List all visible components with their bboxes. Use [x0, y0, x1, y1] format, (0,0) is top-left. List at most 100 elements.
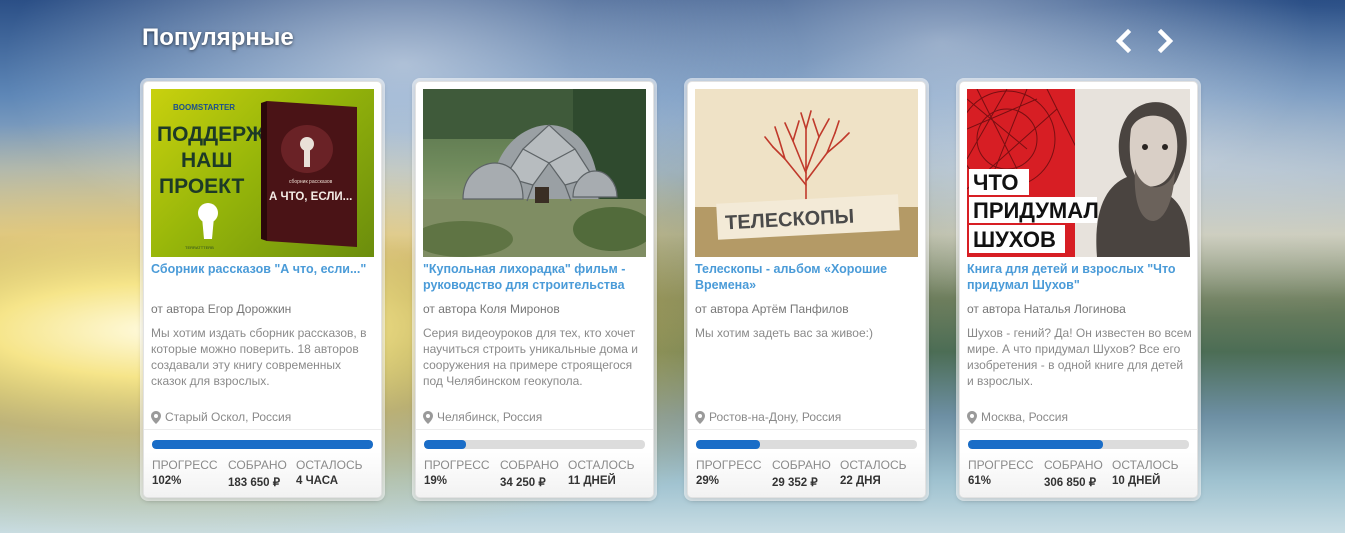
- stat-value: 102%: [152, 475, 182, 487]
- image-text-line: ЧТО: [973, 170, 1018, 195]
- stat-label: СОБРАНО: [1044, 458, 1103, 472]
- section-title: Популярные: [142, 24, 294, 51]
- location-pin-icon: [151, 410, 161, 424]
- project-title-link[interactable]: Сборник рассказов "А что, если...": [151, 261, 376, 277]
- progress-fill: [696, 440, 761, 449]
- location-text: Москва, Россия: [981, 410, 1068, 424]
- stat-value: 29 352 ₽: [772, 477, 818, 489]
- project-location: Старый Оскол, Россия: [151, 410, 291, 424]
- stat-label: ОСТАЛОСЬ: [840, 458, 907, 472]
- divider: [960, 429, 1197, 430]
- stat-remaining: ОСТАЛОСЬ 11 ДНЕЙ: [568, 458, 635, 487]
- location-text: Челябинск, Россия: [437, 410, 543, 424]
- project-card[interactable]: ТЕЛЕСКОПЫ Телескопы - альбом «Хорошие Вр…: [687, 81, 926, 498]
- progress-bar: [696, 440, 917, 449]
- stat-progress: ПРОГРЕСС 102%: [152, 458, 218, 487]
- progress-bar: [424, 440, 645, 449]
- stat-label: СОБРАНО: [500, 458, 559, 472]
- stat-label: ПРОГРЕСС: [696, 458, 762, 472]
- stat-label: ОСТАЛОСЬ: [568, 458, 635, 472]
- stats-area: ПРОГРЕСС 61% СОБРАНО 306 850 ₽ ОСТАЛОСЬ …: [960, 452, 1197, 497]
- progress-fill: [968, 440, 1103, 449]
- brand-logo: BOOMSTARTER: [173, 103, 235, 112]
- project-description: Мы хотим задеть вас за живое:): [695, 326, 873, 340]
- progress-bar: [968, 440, 1189, 449]
- project-location: Москва, Россия: [967, 410, 1068, 424]
- stat-collected: СОБРАНО 183 650 ₽: [228, 458, 287, 489]
- chevron-left-icon: [1115, 28, 1132, 54]
- project-location: Ростов-на-Дону, Россия: [695, 410, 841, 424]
- project-title-link[interactable]: "Купольная лихорадка" фильм - руководств…: [423, 261, 648, 293]
- location-pin-icon: [695, 410, 705, 424]
- book-subtitle: сборник рассказов: [289, 179, 333, 185]
- project-description: Шухов - гений? Да! Он известен во всем м…: [967, 326, 1192, 388]
- stat-label: ОСТАЛОСЬ: [296, 458, 363, 472]
- divider: [144, 429, 381, 430]
- project-image[interactable]: BOOMSTARTER ПОДДЕРЖИ НАШ ПРОЕКТ TERRATTT…: [151, 89, 374, 257]
- project-author: от автора Артём Панфилов: [695, 302, 849, 316]
- project-image[interactable]: [423, 89, 646, 257]
- chevron-right-icon: [1157, 28, 1174, 54]
- project-author: от автора Егор Дорожкин: [151, 302, 292, 316]
- project-card[interactable]: ЧТО ПРИДУМАЛ ШУХОВ Книга для детей и взр…: [959, 81, 1198, 498]
- stat-value: 61%: [968, 475, 992, 487]
- stat-label: ПРОГРЕСС: [152, 458, 218, 472]
- stat-collected: СОБРАНО 34 250 ₽: [500, 458, 559, 489]
- stat-value: 306 850 ₽: [1044, 477, 1097, 489]
- book-cover: сборник рассказов А ЧТО, ЕСЛИ...: [261, 101, 357, 247]
- stat-progress: ПРОГРЕСС 61%: [968, 458, 1034, 487]
- project-location: Челябинск, Россия: [423, 410, 542, 424]
- progress-fill: [424, 440, 466, 449]
- stat-value: 22 ДНЯ: [840, 475, 881, 487]
- location-pin-icon: [967, 410, 977, 424]
- project-description: Серия видеоуроков для тех, кто хочет нау…: [423, 326, 638, 388]
- stat-collected: СОБРАНО 29 352 ₽: [772, 458, 831, 489]
- stat-value: 183 650 ₽: [228, 477, 281, 489]
- stat-value: 4 ЧАСА: [296, 475, 339, 487]
- stat-label: ОСТАЛОСЬ: [1112, 458, 1179, 472]
- progress-fill: [152, 440, 373, 449]
- project-author: от автора Наталья Логинова: [967, 302, 1126, 316]
- project-image[interactable]: ТЕЛЕСКОПЫ: [695, 89, 918, 257]
- stat-label: ПРОГРЕСС: [968, 458, 1034, 472]
- progress-bar: [152, 440, 373, 449]
- stat-value: 10 ДНЕЙ: [1112, 475, 1161, 487]
- stat-label: ПРОГРЕСС: [424, 458, 490, 472]
- stat-remaining: ОСТАЛОСЬ 4 ЧАСА: [296, 458, 363, 487]
- stat-value: 34 250 ₽: [500, 477, 546, 489]
- stat-value: 19%: [424, 475, 448, 487]
- book-title: А ЧТО, ЕСЛИ...: [269, 191, 352, 203]
- image-text-line: ШУХОВ: [973, 227, 1056, 252]
- project-title-link[interactable]: Телескопы - альбом «Хорошие Времена»: [695, 261, 920, 293]
- stats-area: ПРОГРЕСС 102% СОБРАНО 183 650 ₽ ОСТАЛОСЬ…: [144, 452, 381, 497]
- stat-remaining: ОСТАЛОСЬ 10 ДНЕЙ: [1112, 458, 1179, 487]
- stat-value: 29%: [696, 475, 720, 487]
- stats-area: ПРОГРЕСС 19% СОБРАНО 34 250 ₽ ОСТАЛОСЬ 1…: [416, 452, 653, 497]
- project-author: от автора Коля Миронов: [423, 302, 560, 316]
- location-text: Старый Оскол, Россия: [165, 410, 292, 424]
- stat-value: 11 ДНЕЙ: [568, 475, 616, 487]
- divider: [416, 429, 653, 430]
- stat-label: СОБРАНО: [772, 458, 831, 472]
- stats-area: ПРОГРЕСС 29% СОБРАНО 29 352 ₽ ОСТАЛОСЬ 2…: [688, 452, 925, 497]
- location-text: Ростов-на-Дону, Россия: [709, 410, 842, 424]
- stat-progress: ПРОГРЕСС 29%: [696, 458, 762, 487]
- project-card[interactable]: BOOMSTARTER ПОДДЕРЖИ НАШ ПРОЕКТ TERRATTT…: [143, 81, 382, 498]
- location-pin-icon: [423, 410, 433, 424]
- keyhole-icon: [198, 203, 218, 239]
- project-card[interactable]: "Купольная лихорадка" фильм - руководств…: [415, 81, 654, 498]
- image-text-line: НАШ: [181, 149, 232, 172]
- project-image[interactable]: ЧТО ПРИДУМАЛ ШУХОВ: [967, 89, 1190, 257]
- divider: [688, 429, 925, 430]
- carousel-prev-button[interactable]: [1111, 28, 1137, 54]
- carousel-next-button[interactable]: [1152, 28, 1178, 54]
- stat-progress: ПРОГРЕСС 19%: [424, 458, 490, 487]
- image-text-line: ПРОЕКТ: [159, 175, 245, 198]
- portrait-illustration: [1075, 89, 1190, 257]
- project-description: Мы хотим издать сборник рассказов, в кот…: [151, 326, 367, 388]
- stat-collected: СОБРАНО 306 850 ₽: [1044, 458, 1103, 489]
- publisher-label: TERRATTTERB: [185, 245, 214, 250]
- stat-label: СОБРАНО: [228, 458, 287, 472]
- stat-remaining: ОСТАЛОСЬ 22 ДНЯ: [840, 458, 907, 487]
- project-title-link[interactable]: Книга для детей и взрослых "Что придумал…: [967, 261, 1192, 293]
